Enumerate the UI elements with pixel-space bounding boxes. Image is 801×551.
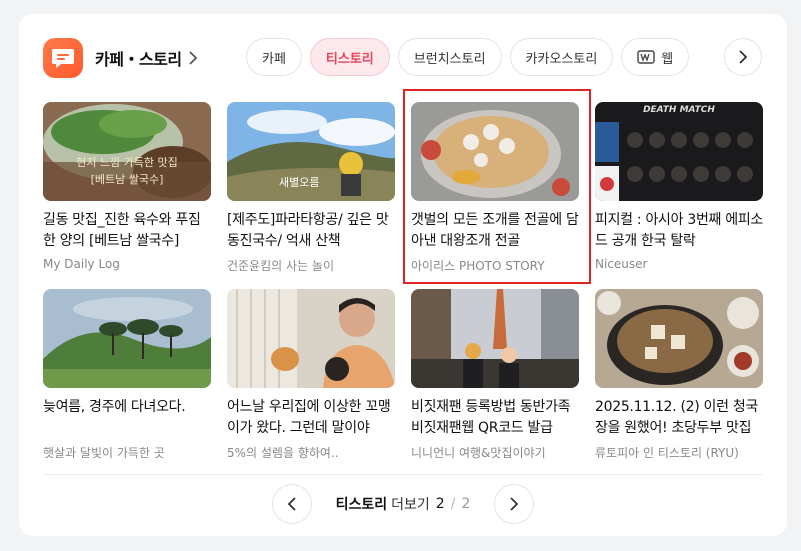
tab-brunch[interactable]: 브런치스토리 [397,38,502,76]
divider [43,474,763,475]
post-thumbnail[interactable] [411,289,579,388]
thumbnail-caption: 현지 느낌 가득한 맛집 [76,156,178,169]
post-card[interactable]: 갯벌의 모든 조개를 전골에 담아낸 대왕조개 전골 아이리스 PHOTO ST… [403,89,591,284]
tab-web[interactable]: 웹 [621,38,690,76]
page-separator: / [450,496,456,512]
prev-page-button[interactable] [271,484,312,524]
post-thumbnail[interactable]: 새별오름 [227,102,395,201]
thumbnail-caption: [베트남 쌀국수] [90,173,164,186]
post-title[interactable]: 길동 맛집_진한 육수와 푸짐한 양의 [베트남 쌀국수] [43,210,211,252]
post-title[interactable]: 비짓재팬 등록방법 동반가족 비짓재팬웹 QR코드 발급 [411,397,579,439]
post-card[interactable]: 늦여름, 경주에 다녀오다. 햇살과 달빛이 가득한 곳 [43,289,211,461]
post-source[interactable]: 아이리스 PHOTO STORY [411,257,579,274]
post-grid: 현지 느낌 가득한 맛집 [베트남 쌀국수] 길동 맛집_진한 육수와 푸짐한 … [43,89,763,461]
post-thumbnail[interactable] [595,289,763,388]
post-source[interactable]: Niceuser [595,257,763,271]
tab-tistory[interactable]: 티스토리 [309,38,390,76]
web-icon [637,50,655,64]
page-total: 2 [461,496,471,512]
chevron-right-icon [739,50,748,64]
post-thumbnail[interactable] [411,102,579,201]
post-source[interactable]: 니니언니 여행&맛집이야기 [411,444,579,461]
post-title[interactable]: 피지컬 : 아시아 3번째 에피소드 공개 한국 탈락 [595,210,763,252]
chevron-left-icon [287,497,296,511]
section-header[interactable]: 카페・스토리 [43,38,198,78]
post-title[interactable]: 2025.11.12. (2) 이런 청국장을 원했어! 초당두부 맛집 [595,397,763,439]
post-thumbnail[interactable] [43,289,211,388]
post-thumbnail[interactable]: DEATH MATCH [595,102,763,201]
tab-cafe[interactable]: 카페 [246,38,302,76]
section-title[interactable]: 카페・스토리 [95,46,182,70]
post-source[interactable]: 건준윤킴의 사는 놀이 [227,257,395,274]
post-source[interactable]: My Daily Log [43,257,211,271]
post-source[interactable]: 5%의 설렘을 향하여.. [227,444,395,461]
speech-bubble-icon [43,38,83,78]
content-card: 카페・스토리 카페 티스토리 브런치스토리 카카오스토리 웹 현지 느낌 가득한… [19,14,787,536]
post-title[interactable]: [제주도]파라타항공/ 깊은 맛 동진국수/ 억새 산책 [227,210,395,252]
post-card[interactable]: 비짓재팬 등록방법 동반가족 비짓재팬웹 QR코드 발급 니니언니 여행&맛집이… [411,289,579,461]
more-link-label[interactable]: 더보기 [391,494,430,514]
tab-scroll-next-button[interactable] [724,38,762,76]
tab-kakaostory[interactable]: 카카오스토리 [509,38,614,76]
more-link-source[interactable]: 티스토리 [336,494,388,514]
chevron-right-icon [510,497,519,511]
pagination: 티스토리 더보기 2 / 2 [19,484,787,524]
post-source[interactable]: 햇살과 달빛이 가득한 곳 [43,444,211,461]
post-thumbnail[interactable] [227,289,395,388]
post-title[interactable]: 늦여름, 경주에 다녀오다. [43,397,211,439]
post-source[interactable]: 류토피아 인 티스토리 (RYU) [595,444,763,461]
post-title[interactable]: 갯벌의 모든 조개를 전골에 담아낸 대왕조개 전골 [411,210,579,252]
post-card[interactable]: 현지 느낌 가득한 맛집 [베트남 쌀국수] 길동 맛집_진한 육수와 푸짐한 … [43,102,211,272]
page-current: 2 [435,496,445,512]
post-card[interactable]: DEATH MATCH 피지컬 : 아시아 3번째 에피소드 공개 한국 탈락 … [595,102,763,272]
tab-bar: 카페 티스토리 브런치스토리 카카오스토리 웹 [246,38,764,78]
chevron-right-icon[interactable] [188,51,198,65]
thumbnail-caption: DEATH MATCH [643,105,715,115]
post-card[interactable]: 새별오름 [제주도]파라타항공/ 깊은 맛 동진국수/ 억새 산책 건준윤킴의 … [227,102,395,274]
post-title[interactable]: 어느날 우리집에 이상한 꼬맹이가 왔다. 그런데 말이야 [227,397,395,439]
post-card[interactable]: 2025.11.12. (2) 이런 청국장을 원했어! 초당두부 맛집 류토피… [595,289,763,461]
more-link[interactable]: 티스토리 더보기 2 / 2 [336,494,471,514]
post-card[interactable]: 어느날 우리집에 이상한 꼬맹이가 왔다. 그런데 말이야 5%의 설렘을 향하… [227,289,395,461]
thumbnail-caption: 새별오름 [279,176,320,189]
next-page-button[interactable] [494,484,535,524]
post-thumbnail[interactable]: 현지 느낌 가득한 맛집 [베트남 쌀국수] [43,102,211,201]
